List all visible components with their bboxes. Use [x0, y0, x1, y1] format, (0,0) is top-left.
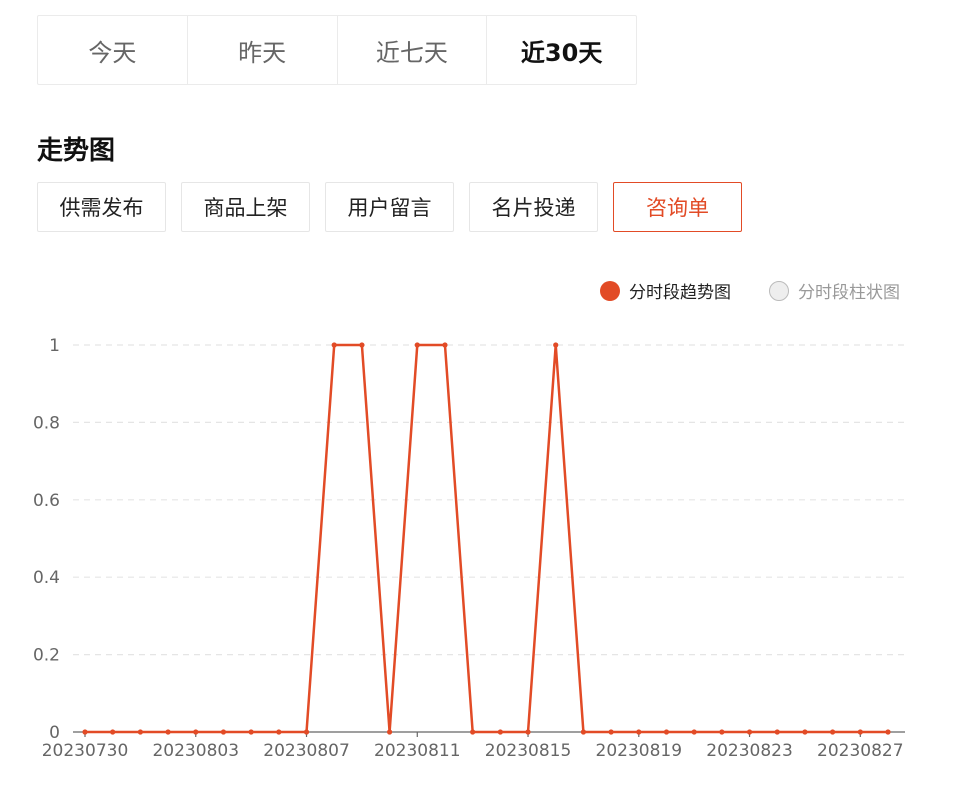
legend-bar-chart[interactable]: 分时段柱状图: [769, 278, 900, 303]
legend-trend-line[interactable]: 分时段趋势图: [600, 278, 731, 303]
tab-last-7-days[interactable]: 近七天: [338, 16, 488, 84]
metric-button-inquiry[interactable]: 咨询单: [613, 182, 742, 232]
data-point: [525, 729, 531, 735]
x-tick-label: 20230819: [596, 741, 683, 761]
x-tick-label: 20230730: [42, 741, 129, 761]
data-point: [414, 342, 420, 348]
data-point: [248, 729, 254, 735]
data-point: [497, 729, 503, 735]
y-tick-label: 0.4: [33, 568, 60, 588]
data-point: [580, 729, 587, 735]
x-tick-label: 20230827: [817, 741, 904, 761]
y-tick-label: 1: [49, 336, 60, 356]
y-tick-label: 0: [49, 723, 60, 743]
x-tick-label: 20230803: [152, 741, 239, 761]
tab-last-30-days[interactable]: 近30天: [487, 16, 636, 84]
legend-dot-inactive-icon: [769, 280, 789, 301]
data-point: [470, 729, 476, 735]
data-point: [331, 342, 337, 348]
data-point: [608, 729, 614, 735]
metric-button-user-messages[interactable]: 用户留言: [325, 182, 454, 232]
legend-label: 分时段柱状图: [798, 283, 900, 303]
data-point: [220, 729, 227, 735]
data-point: [830, 729, 836, 735]
data-point: [691, 729, 697, 735]
tab-today[interactable]: 今天: [38, 16, 188, 84]
data-point: [719, 729, 725, 735]
x-tick-label: 20230823: [706, 741, 793, 761]
data-point: [82, 729, 88, 735]
data-point: [110, 729, 116, 735]
data-point: [636, 729, 642, 735]
tab-yesterday[interactable]: 昨天: [188, 16, 338, 84]
period-tabs: 今天 昨天 近七天 近30天: [37, 15, 637, 85]
x-tick-label: 20230815: [485, 741, 572, 761]
metric-button-supply-demand[interactable]: 供需发布: [37, 182, 166, 232]
x-tick-label: 20230807: [263, 741, 350, 761]
x-tick-label: 20230811: [374, 741, 461, 761]
data-point: [386, 729, 393, 735]
data-point: [663, 729, 670, 735]
trend-line-chart: 0 0.2 0.4 0.6 0.8 1 20230730 20230803 20230807 20…: [33, 336, 905, 761]
data-point: [774, 729, 780, 735]
data-point: [442, 342, 448, 348]
legend-dot-active-icon: [600, 280, 620, 301]
data-point: [802, 729, 808, 735]
section-title: 走势图: [37, 136, 116, 166]
metric-button-card-delivery[interactable]: 名片投递: [469, 182, 598, 232]
data-point: [137, 729, 143, 735]
data-point: [857, 729, 863, 735]
data-point: [303, 729, 310, 735]
data-point: [885, 729, 891, 735]
data-point: [359, 342, 365, 348]
data-point: [553, 342, 559, 348]
metric-button-product-listing[interactable]: 商品上架: [181, 182, 310, 232]
y-tick-label: 0.6: [33, 491, 60, 511]
legend-label: 分时段趋势图: [629, 283, 731, 303]
data-point: [276, 729, 282, 735]
data-point: [193, 729, 199, 735]
y-tick-label: 0.8: [33, 413, 60, 433]
data-point: [165, 729, 171, 735]
data-point: [746, 729, 753, 735]
series-line: [85, 343, 888, 734]
y-tick-label: 0.2: [33, 646, 60, 666]
